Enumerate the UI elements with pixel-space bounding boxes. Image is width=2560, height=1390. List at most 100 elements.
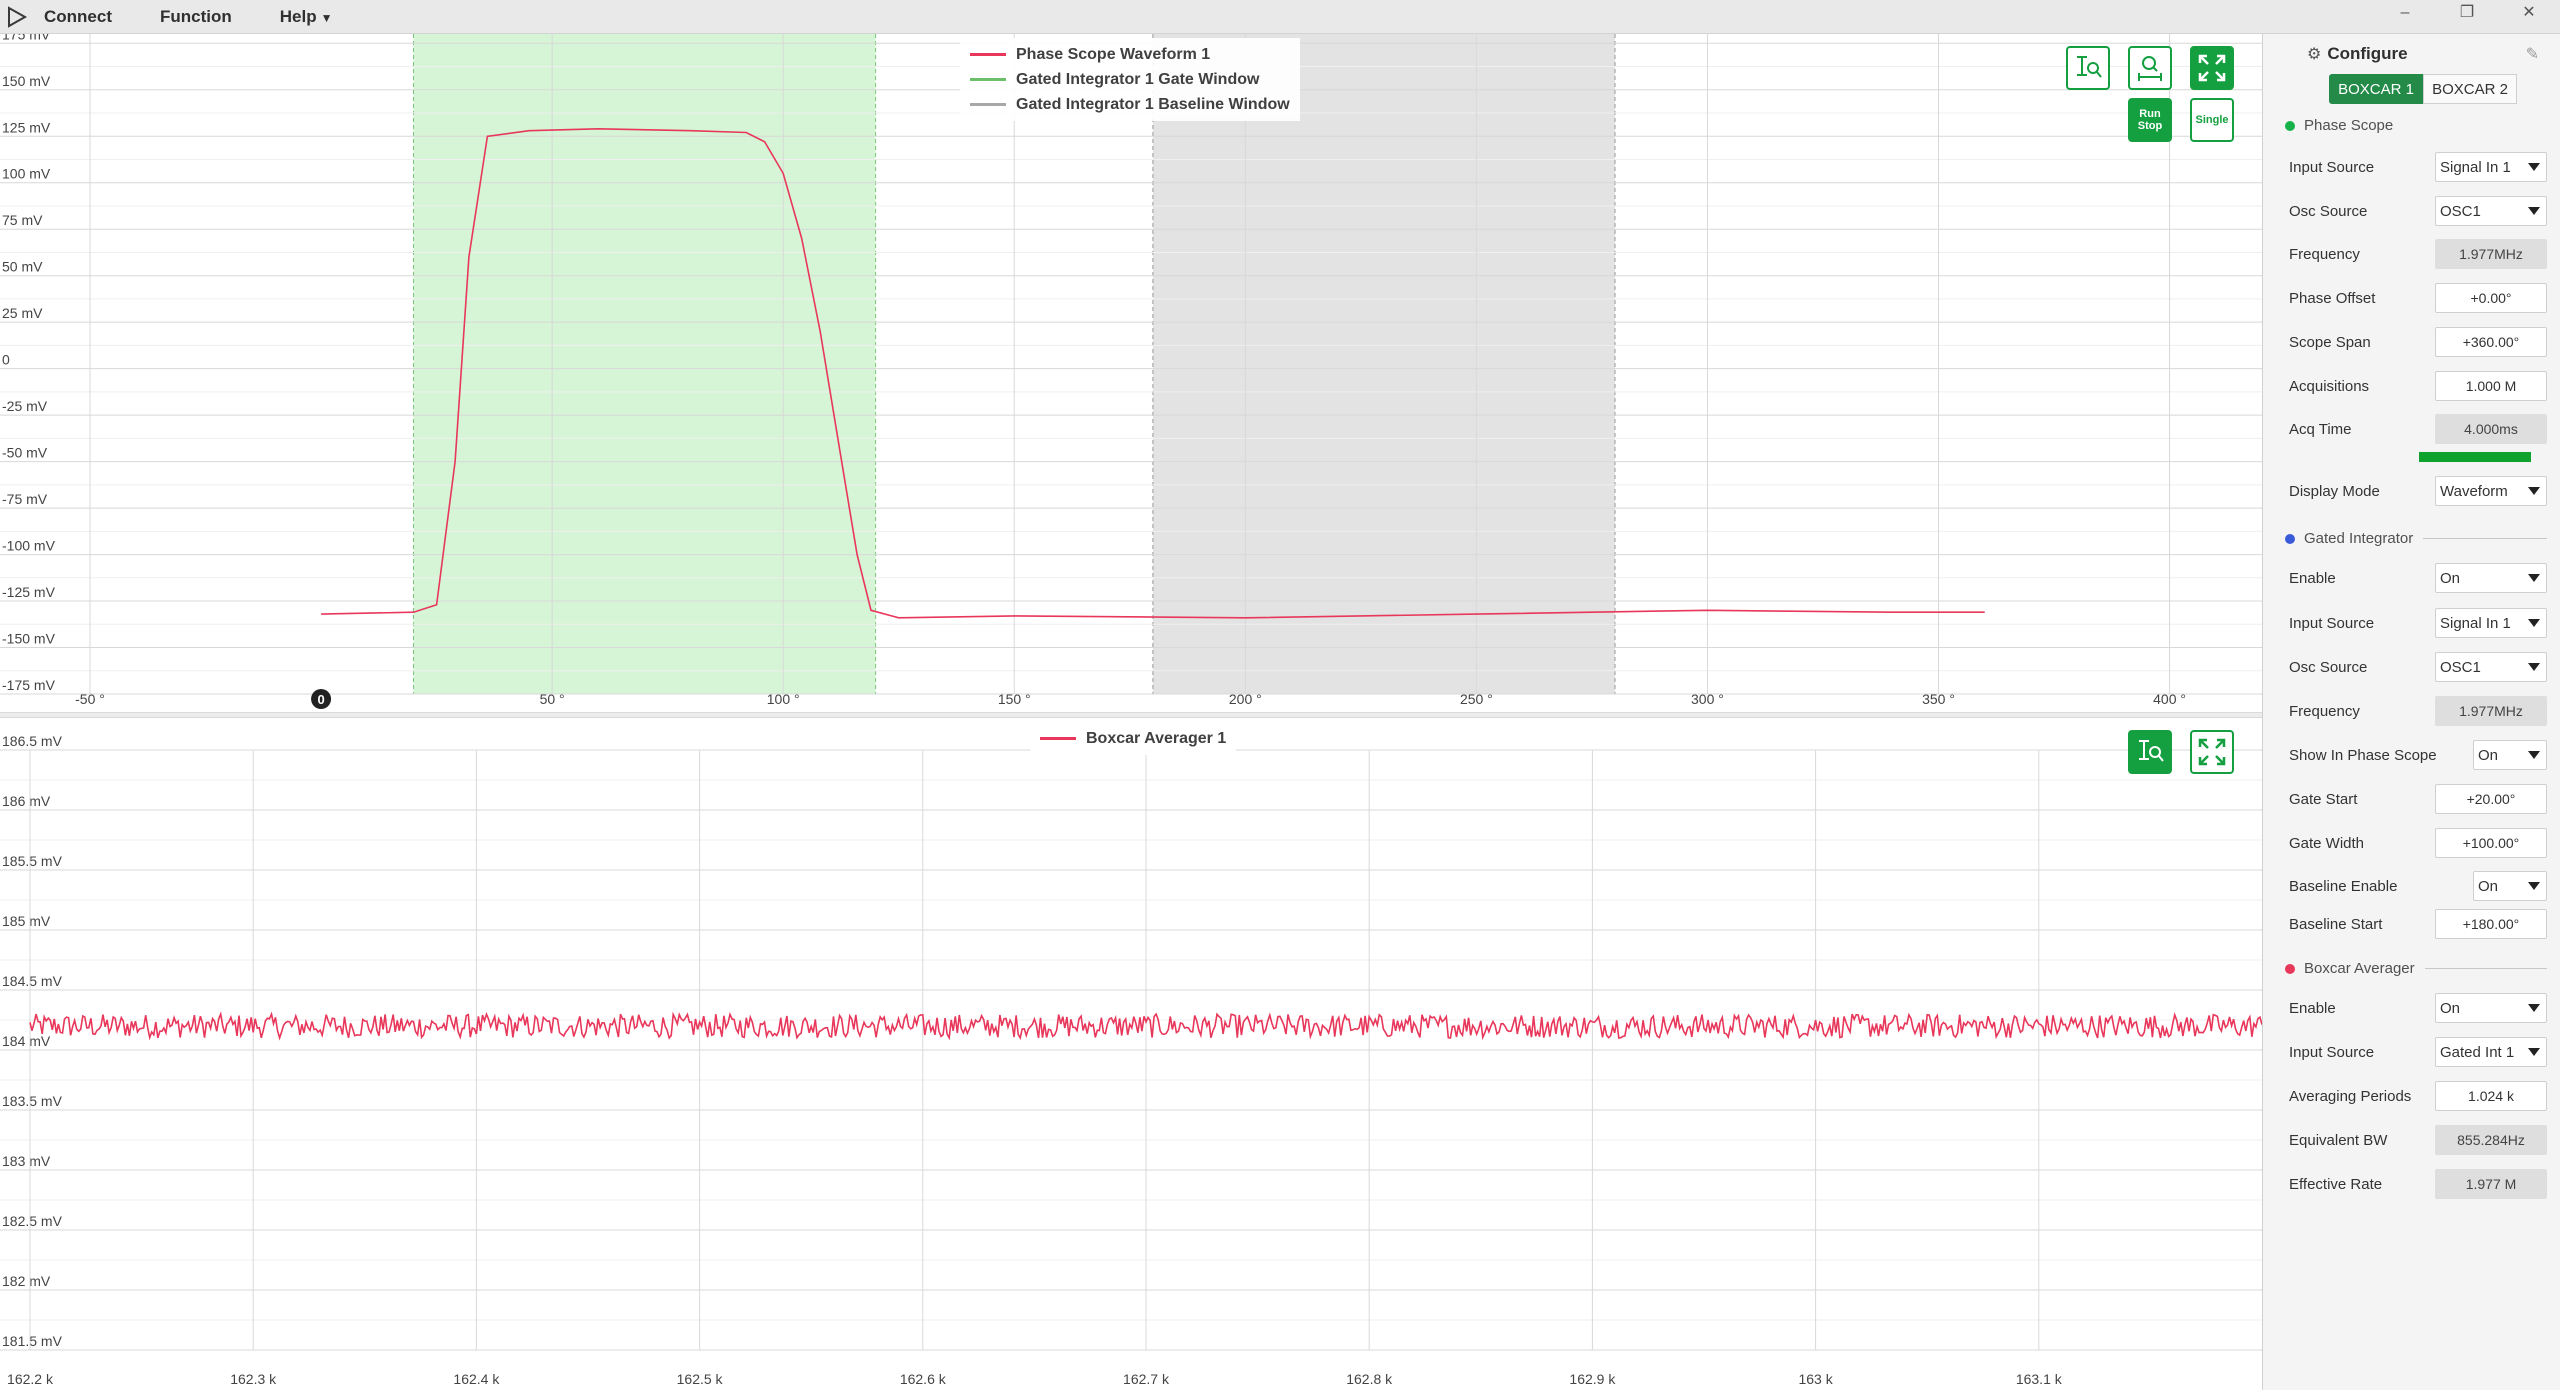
gate-start-input[interactable]: +20.00° (2435, 784, 2547, 814)
close-icon[interactable]: ✕ (2498, 0, 2560, 28)
label: Gate Start (2289, 790, 2358, 808)
label: Frequency (2289, 245, 2360, 263)
row-gi-enable: Enable On (2289, 562, 2547, 594)
status-dot (2285, 120, 2295, 131)
menu-bar: Connect Function Help ▼ – ❐ ✕ (0, 0, 2560, 34)
auto-scale-y-button[interactable] (2066, 46, 2110, 90)
legend-item-boxcar: Boxcar Averager 1 (1040, 726, 1226, 751)
phase-offset-input[interactable]: +0.00° (2435, 283, 2547, 313)
ba-input-source-select[interactable]: Gated Int 1 (2435, 1037, 2547, 1067)
row-phase-offset: Phase Offset +0.00° (2289, 282, 2547, 314)
row-gi-osc-source: Osc Source OSC1 (2289, 651, 2547, 683)
chevron-down-icon (2528, 619, 2540, 627)
auto-scale-x-button[interactable] (2128, 46, 2172, 90)
legend-item-baseline-window: Gated Integrator 1 Baseline Window (970, 92, 1290, 117)
gi-enable-select[interactable]: On (2435, 563, 2547, 593)
gear-icon: ⚙ (2307, 46, 2322, 63)
y-tick-label: 100 mV (2, 166, 51, 182)
x-tick-label: 162.9 k (1569, 1371, 1616, 1387)
y-tick-label: 75 mV (2, 212, 43, 228)
x-tick-label: 200 ° (1229, 691, 1262, 707)
row-gi-frequency: Frequency 1.977MHz (2289, 695, 2547, 727)
restore-icon[interactable]: ❐ (2436, 0, 2498, 28)
panel-tabs: ⚙ Configure ✎ (2263, 34, 2560, 74)
value: Waveform (2440, 482, 2508, 500)
section-boxcar-averager: Boxcar Averager (2285, 960, 2547, 977)
row-osc-source: Osc Source OSC1 (2289, 195, 2547, 227)
status-dot (2285, 533, 2295, 544)
equivalent-bw-readout: 855.284Hz (2435, 1125, 2547, 1155)
row-baseline-enable: Baseline Enable On (2289, 870, 2547, 902)
baseline-window-region (1152, 34, 1616, 694)
x-tick-label: 300 ° (1691, 691, 1724, 707)
acq-time-readout: 4.000ms (2435, 414, 2547, 444)
x-tick-label: 50 ° (540, 691, 565, 707)
y-tick-label: 182 mV (2, 1273, 51, 1289)
zoom-y-icon (2139, 740, 2164, 762)
label: Effective Rate (2289, 1175, 2383, 1193)
chevron-down-icon (2528, 1004, 2540, 1012)
gate-width-input[interactable]: +100.00° (2435, 828, 2547, 858)
y-tick-label: 185 mV (2, 913, 51, 929)
boxcar-chart[interactable]: 186.5 mV 186 mV 185.5 mV 185 mV 184.5 mV 184 … (0, 718, 2262, 1390)
gi-input-source-select[interactable]: Signal In 1 (2435, 608, 2547, 638)
pencil-icon[interactable]: ✎ (2526, 44, 2539, 64)
y-tick-label: -50 mV (2, 445, 48, 461)
y-tick-label: 175 mV (2, 34, 51, 42)
row-acq-time: Acq Time 4.000ms (2289, 413, 2547, 445)
value: Signal In 1 (2440, 614, 2511, 632)
row-gate-width: Gate Width +100.00° (2289, 827, 2547, 859)
x-tick-label: 163.1 k (2016, 1371, 2063, 1387)
zero-marker-label: 0 (317, 692, 324, 707)
menu-help[interactable]: Help ▼ (280, 7, 333, 27)
menu-function[interactable]: Function (160, 7, 232, 27)
row-ba-enable: Enable On (2289, 992, 2547, 1024)
acquisitions-input[interactable]: 1.000 M (2435, 371, 2547, 401)
baseline-enable-select[interactable]: On (2473, 871, 2547, 901)
tab-boxcar-1[interactable]: BOXCAR 1 (2329, 74, 2423, 104)
zero-marker[interactable]: 0 (311, 689, 332, 709)
legend-label-boxcar: Boxcar Averager 1 (1086, 729, 1227, 747)
label: Scope Span (2289, 333, 2371, 351)
label: Baseline Start (2289, 915, 2383, 933)
baseline-start-input[interactable]: +180.00° (2435, 909, 2547, 939)
run-stop-button[interactable]: Run Stop (2128, 98, 2172, 142)
tab-configure-label: Configure (2327, 44, 2408, 63)
gi-osc-source-select[interactable]: OSC1 (2435, 652, 2547, 682)
show-in-phase-scope-select[interactable]: On (2473, 740, 2547, 770)
chevron-down-icon (2528, 882, 2540, 890)
phase-scope-legend: Phase Scope Waveform 1 Gated Integrator … (960, 38, 1300, 121)
menu-connect[interactable]: Connect (44, 7, 112, 27)
menu-help-label: Help (279, 6, 317, 26)
tab-configure[interactable]: ⚙ Configure (2307, 44, 2408, 64)
label: Enable (2289, 569, 2336, 587)
minimize-icon[interactable]: – (2374, 0, 2436, 28)
averaging-periods-input[interactable]: 1.024 k (2435, 1081, 2547, 1111)
y-tick-label: 125 mV (2, 119, 51, 135)
osc-source-select[interactable]: OSC1 (2435, 196, 2547, 226)
tab-boxcar-2[interactable]: BOXCAR 2 (2423, 74, 2517, 104)
y-tick-label: 185.5 mV (2, 853, 63, 869)
display-mode-select[interactable]: Waveform (2435, 476, 2547, 506)
x-tick-label: 400 ° (2153, 691, 2186, 707)
fit-all-button-bottom[interactable] (2190, 730, 2234, 774)
fit-all-button[interactable] (2190, 46, 2234, 90)
auto-scale-y-button-bottom[interactable] (2128, 730, 2172, 774)
chevron-down-icon: ▼ (320, 10, 333, 25)
chevron-down-icon (2528, 487, 2540, 495)
value: On (2440, 999, 2461, 1017)
phase-scope-chart[interactable]: 175 mV 150 mV 125 mV 100 mV 75 mV 50 mV 25 mV 0… (0, 34, 2262, 712)
expand-icon (2198, 738, 2226, 766)
section-gated-integrator: Gated Integrator (2285, 530, 2547, 547)
y-tick-label: -150 mV (2, 631, 56, 647)
zoom-x-icon (2138, 56, 2162, 81)
app-window: Connect Function Help ▼ – ❐ ✕ 175 mV 150 m… (0, 0, 2560, 1390)
scope-span-input[interactable]: +360.00° (2435, 327, 2547, 357)
label: Averaging Periods (2289, 1087, 2412, 1105)
single-button[interactable]: Single (2190, 98, 2234, 142)
ba-enable-select[interactable]: On (2435, 993, 2547, 1023)
input-source-select[interactable]: Signal In 1 (2435, 152, 2547, 182)
divider (2423, 538, 2547, 539)
y-tick-label: 150 mV (2, 73, 51, 89)
row-scope-span: Scope Span +360.00° (2289, 326, 2547, 358)
